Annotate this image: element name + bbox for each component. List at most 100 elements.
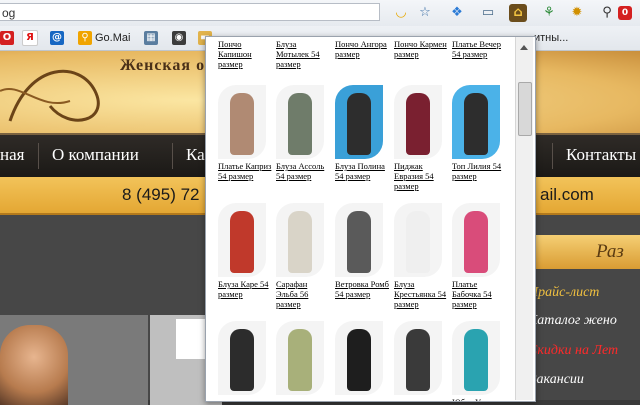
magnifier-extension-icon[interactable]: ⚲ xyxy=(598,4,616,22)
bookmark-label: итны... xyxy=(534,32,569,44)
link-price-list[interactable]: Прайс-лист xyxy=(528,285,599,301)
catalog-item[interactable]: Пончо Капишон размер xyxy=(218,37,274,69)
leaf-extension-icon[interactable]: ⚘ xyxy=(540,4,558,22)
product-link[interactable]: Платье Бабочка 54 размер xyxy=(452,279,506,309)
link-catalog[interactable]: Каталог жено xyxy=(528,313,617,329)
bookmark-mail[interactable]: @ xyxy=(50,30,67,46)
product-thumbnail[interactable] xyxy=(276,321,324,395)
house-extension-icon[interactable]: ⌂ xyxy=(509,4,527,22)
site-tagline: Женская о xyxy=(120,57,206,74)
sun-extension-icon[interactable]: ✹ xyxy=(568,4,586,22)
product-link[interactable]: Платье Каприз 54 размер xyxy=(218,161,272,181)
product-thumbnail[interactable] xyxy=(335,203,383,277)
star-bookmark-icon[interactable]: ☆ xyxy=(416,4,434,22)
scroll-up-arrow-icon[interactable] xyxy=(520,45,528,50)
product-thumbnail[interactable] xyxy=(335,321,383,395)
catalog-item[interactable]: Ветровка Ромб 54 размер xyxy=(335,203,391,299)
red-badge-icon[interactable]: 0 xyxy=(618,6,632,20)
model-photo xyxy=(0,325,68,405)
product-link[interactable]: Блуза Крестьянка 54 размер xyxy=(394,279,448,309)
window-icon[interactable]: ▭ xyxy=(479,4,497,22)
catalog-item[interactable] xyxy=(394,321,450,397)
catalog-item[interactable] xyxy=(218,321,274,397)
product-link[interactable]: Ветровка Ромб 54 размер xyxy=(335,279,389,299)
product-link[interactable]: Блуза Ассоль 54 размер xyxy=(276,161,330,181)
product-thumbnail[interactable] xyxy=(335,85,383,159)
product-link[interactable]: Пончо Капишон размер xyxy=(218,39,272,69)
catalog-item[interactable]: Пончо Ангора размер xyxy=(335,37,391,59)
product-thumbnail[interactable] xyxy=(452,85,500,159)
shield-extension-icon[interactable]: ◡ xyxy=(392,4,410,22)
scrollbar-thumb[interactable] xyxy=(518,82,532,136)
catalog-item[interactable]: Пончо Кармен размер xyxy=(394,37,450,59)
garment-figure xyxy=(406,211,430,273)
bookmark-opera[interactable]: O xyxy=(0,30,17,46)
product-thumbnail[interactable] xyxy=(276,85,324,159)
catalog-item[interactable]: Блуза Полина 54 размер xyxy=(335,85,391,181)
product-thumbnail[interactable] xyxy=(276,203,324,277)
ornament-swirl-icon xyxy=(0,69,100,122)
catalog-popup: Пончо Капишон размер Блуза Мотылек 54 раз… xyxy=(205,36,536,402)
garment-figure xyxy=(288,211,312,273)
product-link[interactable]: Пиджак Евразия 54 размер xyxy=(394,161,448,191)
product-thumbnail[interactable] xyxy=(394,85,442,159)
address-bar[interactable]: og xyxy=(0,3,380,21)
product-link[interactable]: Блуза Полина 54 размер xyxy=(335,161,389,181)
vk-icon: ▦ xyxy=(144,31,158,46)
catalog-item[interactable]: Топ Лилия 54 размер xyxy=(452,85,508,181)
bookmark-label: Go.Mai xyxy=(95,32,131,44)
product-link[interactable]: Топ Лилия 54 размер xyxy=(452,161,506,181)
product-thumbnail[interactable] xyxy=(218,85,266,159)
product-thumbnail[interactable] xyxy=(218,203,266,277)
bookmark-yandex[interactable]: Я xyxy=(22,30,41,47)
link-vacancies[interactable]: Вакансии xyxy=(528,372,584,388)
nav-divider xyxy=(172,143,173,169)
bookmark-go-mail[interactable]: ⚲ Go.Mai xyxy=(78,30,130,46)
product-link[interactable]: Сарафан Эльба 56 размер xyxy=(276,279,330,309)
email-address[interactable]: ail.com xyxy=(540,185,594,205)
garment-figure xyxy=(347,329,371,391)
nav-item-main[interactable]: ная xyxy=(0,145,24,165)
catalog-item[interactable]: Платье Вечер 54 размер xyxy=(452,37,508,59)
product-link[interactable]: Пончо Кармен размер xyxy=(394,39,448,59)
catalog-item[interactable]: Блуза Каре 54 размер xyxy=(218,203,274,299)
nav-divider xyxy=(38,143,39,169)
product-thumbnail[interactable] xyxy=(452,321,500,395)
link-summer-sale[interactable]: Скидки на Лет xyxy=(528,343,618,359)
catalog-item[interactable]: Платье Бабочка 54 размер xyxy=(452,203,508,309)
catalog-item[interactable]: Блуза Мотылек 54 размер xyxy=(276,37,332,69)
garment-figure xyxy=(288,329,312,391)
catalog-item[interactable]: Блуза Крестьянка 54 размер xyxy=(394,203,450,309)
nav-divider xyxy=(552,143,553,169)
product-thumbnail[interactable] xyxy=(394,203,442,277)
catalog-item[interactable]: Пиджак Евразия 54 размер xyxy=(394,85,450,191)
nav-item-contacts[interactable]: Контакты xyxy=(566,145,636,165)
garment-figure xyxy=(406,93,430,155)
product-link[interactable]: Платье Вечер 54 размер xyxy=(452,39,506,59)
bookmark-vk[interactable]: ▦ xyxy=(144,30,161,46)
popup-scrollbar[interactable] xyxy=(515,37,533,400)
nav-item-catalog[interactable]: Ка xyxy=(186,145,205,165)
nav-item-about[interactable]: О компании xyxy=(52,145,139,165)
catalog-item[interactable]: Сарафан Эльба 56 размер xyxy=(276,203,332,309)
catalog-item[interactable] xyxy=(276,321,332,397)
product-link[interactable]: Пончо Ангора размер xyxy=(335,39,389,59)
catalog-item[interactable]: Платье Каприз 54 размер xyxy=(218,85,274,181)
garment-figure xyxy=(464,329,488,391)
sections-title-text: Раз xyxy=(596,241,624,262)
catalog-item[interactable] xyxy=(335,321,391,397)
product-link[interactable]: Блуза Каре 54 размер xyxy=(218,279,272,299)
product-thumbnail[interactable] xyxy=(218,321,266,395)
yandex-icon: Я xyxy=(22,30,38,47)
phone-number: 8 (495) 72 xyxy=(122,185,200,204)
bookmark-camera[interactable]: ◉ xyxy=(172,30,189,46)
product-thumbnail[interactable] xyxy=(452,203,500,277)
product-thumbnail[interactable] xyxy=(394,321,442,395)
catalog-item[interactable]: Блуза Ассоль 54 размер xyxy=(276,85,332,181)
catalog-item[interactable]: Юбка Утка xyxy=(452,321,508,401)
bookmark-more[interactable]: итны... xyxy=(534,30,568,46)
garment-figure xyxy=(230,93,254,155)
product-link[interactable]: Блуза Мотылек 54 размер xyxy=(276,39,330,69)
dropbox-icon[interactable]: ❖ xyxy=(448,4,466,22)
garment-figure xyxy=(230,211,254,273)
